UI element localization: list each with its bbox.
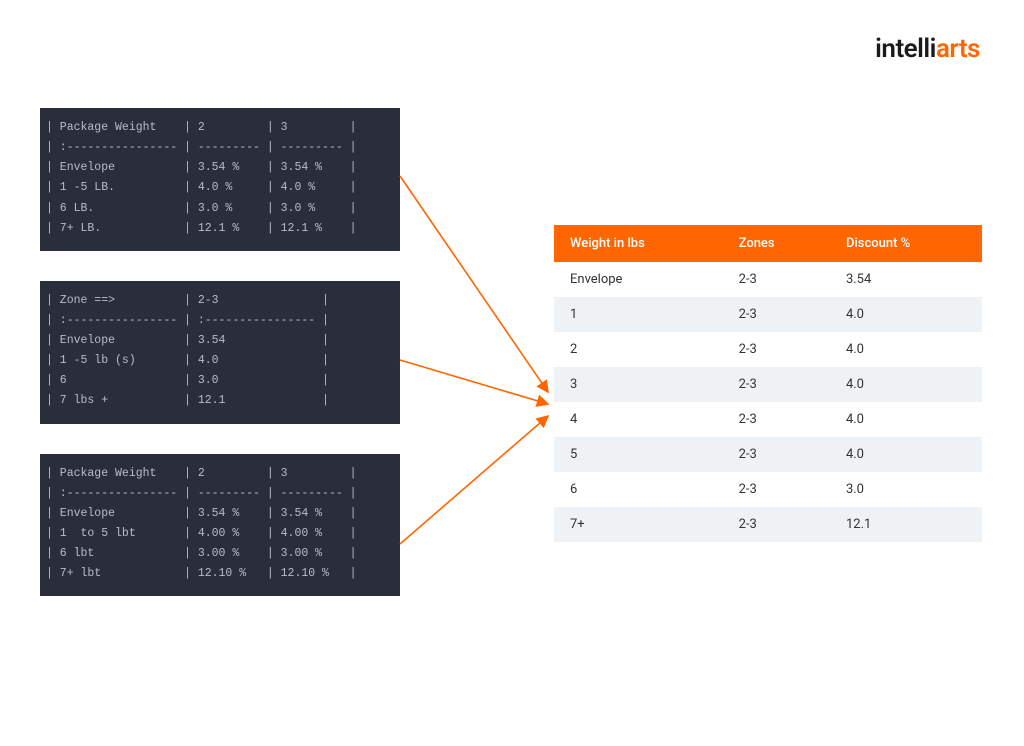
- table-cell: 4.0: [830, 367, 982, 402]
- table-cell: 5: [554, 437, 723, 472]
- code-line: | Envelope | 3.54 |: [40, 331, 400, 351]
- table-row: 32-34.0: [554, 367, 982, 402]
- logo-text-1: intelli: [875, 34, 936, 64]
- source-table-3: | Package Weight | 2 | 3 || :-----------…: [40, 454, 400, 597]
- table-row: 7+2-312.1: [554, 507, 982, 542]
- code-line: | 1 -5 lb (s) | 4.0 |: [40, 351, 400, 371]
- code-line: | :---------------- | :---------------- …: [40, 311, 400, 331]
- table-row: 52-34.0: [554, 437, 982, 472]
- table-cell: 2-3: [723, 297, 830, 332]
- code-line: | Package Weight | 2 | 3 |: [40, 118, 400, 138]
- code-line: | 6 LB. | 3.0 % | 3.0 % |: [40, 199, 400, 219]
- output-col-discount: Discount %: [830, 225, 982, 262]
- table-cell: 2-3: [723, 507, 830, 542]
- code-line: | Package Weight | 2 | 3 |: [40, 464, 400, 484]
- arrow-2: [400, 360, 548, 404]
- code-line: | 6 | 3.0 |: [40, 371, 400, 391]
- arrow-1: [400, 176, 548, 392]
- code-line: | 7+ LB. | 12.1 % | 12.1 % |: [40, 219, 400, 239]
- output-col-zones: Zones: [723, 225, 830, 262]
- table-cell: 3.0: [830, 472, 982, 507]
- table-cell: 4.0: [830, 297, 982, 332]
- table-cell: 2-3: [723, 332, 830, 367]
- output-table-container: Weight in lbs Zones Discount % Envelope2…: [554, 225, 982, 542]
- code-line: | :---------------- | --------- | ------…: [40, 484, 400, 504]
- source-table-1: | Package Weight | 2 | 3 || :-----------…: [40, 108, 400, 251]
- table-cell: 3.54: [830, 262, 982, 297]
- output-table-body: Envelope2-33.5412-34.022-34.032-34.042-3…: [554, 262, 982, 542]
- table-cell: 3: [554, 367, 723, 402]
- code-line: | Envelope | 3.54 % | 3.54 % |: [40, 158, 400, 178]
- table-cell: 2-3: [723, 402, 830, 437]
- table-cell: 4.0: [830, 402, 982, 437]
- table-cell: 1: [554, 297, 723, 332]
- logo-text-2: arts: [936, 34, 980, 64]
- table-cell: 2-3: [723, 262, 830, 297]
- code-line: | 1 to 5 lbt | 4.00 % | 4.00 % |: [40, 524, 400, 544]
- table-row: 42-34.0: [554, 402, 982, 437]
- output-col-weight: Weight in lbs: [554, 225, 723, 262]
- output-table: Weight in lbs Zones Discount % Envelope2…: [554, 225, 982, 542]
- code-line: | 6 lbt | 3.00 % | 3.00 % |: [40, 544, 400, 564]
- table-cell: 4.0: [830, 437, 982, 472]
- table-row: Envelope2-33.54: [554, 262, 982, 297]
- code-line: | 1 -5 LB. | 4.0 % | 4.0 % |: [40, 178, 400, 198]
- table-cell: Envelope: [554, 262, 723, 297]
- table-cell: 12.1: [830, 507, 982, 542]
- table-cell: 2: [554, 332, 723, 367]
- code-line: | 7 lbs + | 12.1 |: [40, 391, 400, 411]
- table-cell: 4.0: [830, 332, 982, 367]
- table-cell: 2-3: [723, 437, 830, 472]
- table-cell: 2-3: [723, 472, 830, 507]
- table-cell: 4: [554, 402, 723, 437]
- arrow-3: [400, 416, 548, 544]
- code-line: | Envelope | 3.54 % | 3.54 % |: [40, 504, 400, 524]
- code-line: | 7+ lbt | 12.10 % | 12.10 % |: [40, 564, 400, 584]
- source-tables-column: | Package Weight | 2 | 3 || :-----------…: [40, 108, 400, 626]
- table-row: 22-34.0: [554, 332, 982, 367]
- table-row: 62-33.0: [554, 472, 982, 507]
- code-line: | Zone ==> | 2-3 |: [40, 291, 400, 311]
- code-line: | :---------------- | --------- | ------…: [40, 138, 400, 158]
- table-cell: 7+: [554, 507, 723, 542]
- source-table-2: | Zone ==> | 2-3 || :---------------- | …: [40, 281, 400, 424]
- brand-logo: intelliarts: [875, 34, 980, 64]
- table-cell: 2-3: [723, 367, 830, 402]
- output-table-header: Weight in lbs Zones Discount %: [554, 225, 982, 262]
- table-cell: 6: [554, 472, 723, 507]
- table-row: 12-34.0: [554, 297, 982, 332]
